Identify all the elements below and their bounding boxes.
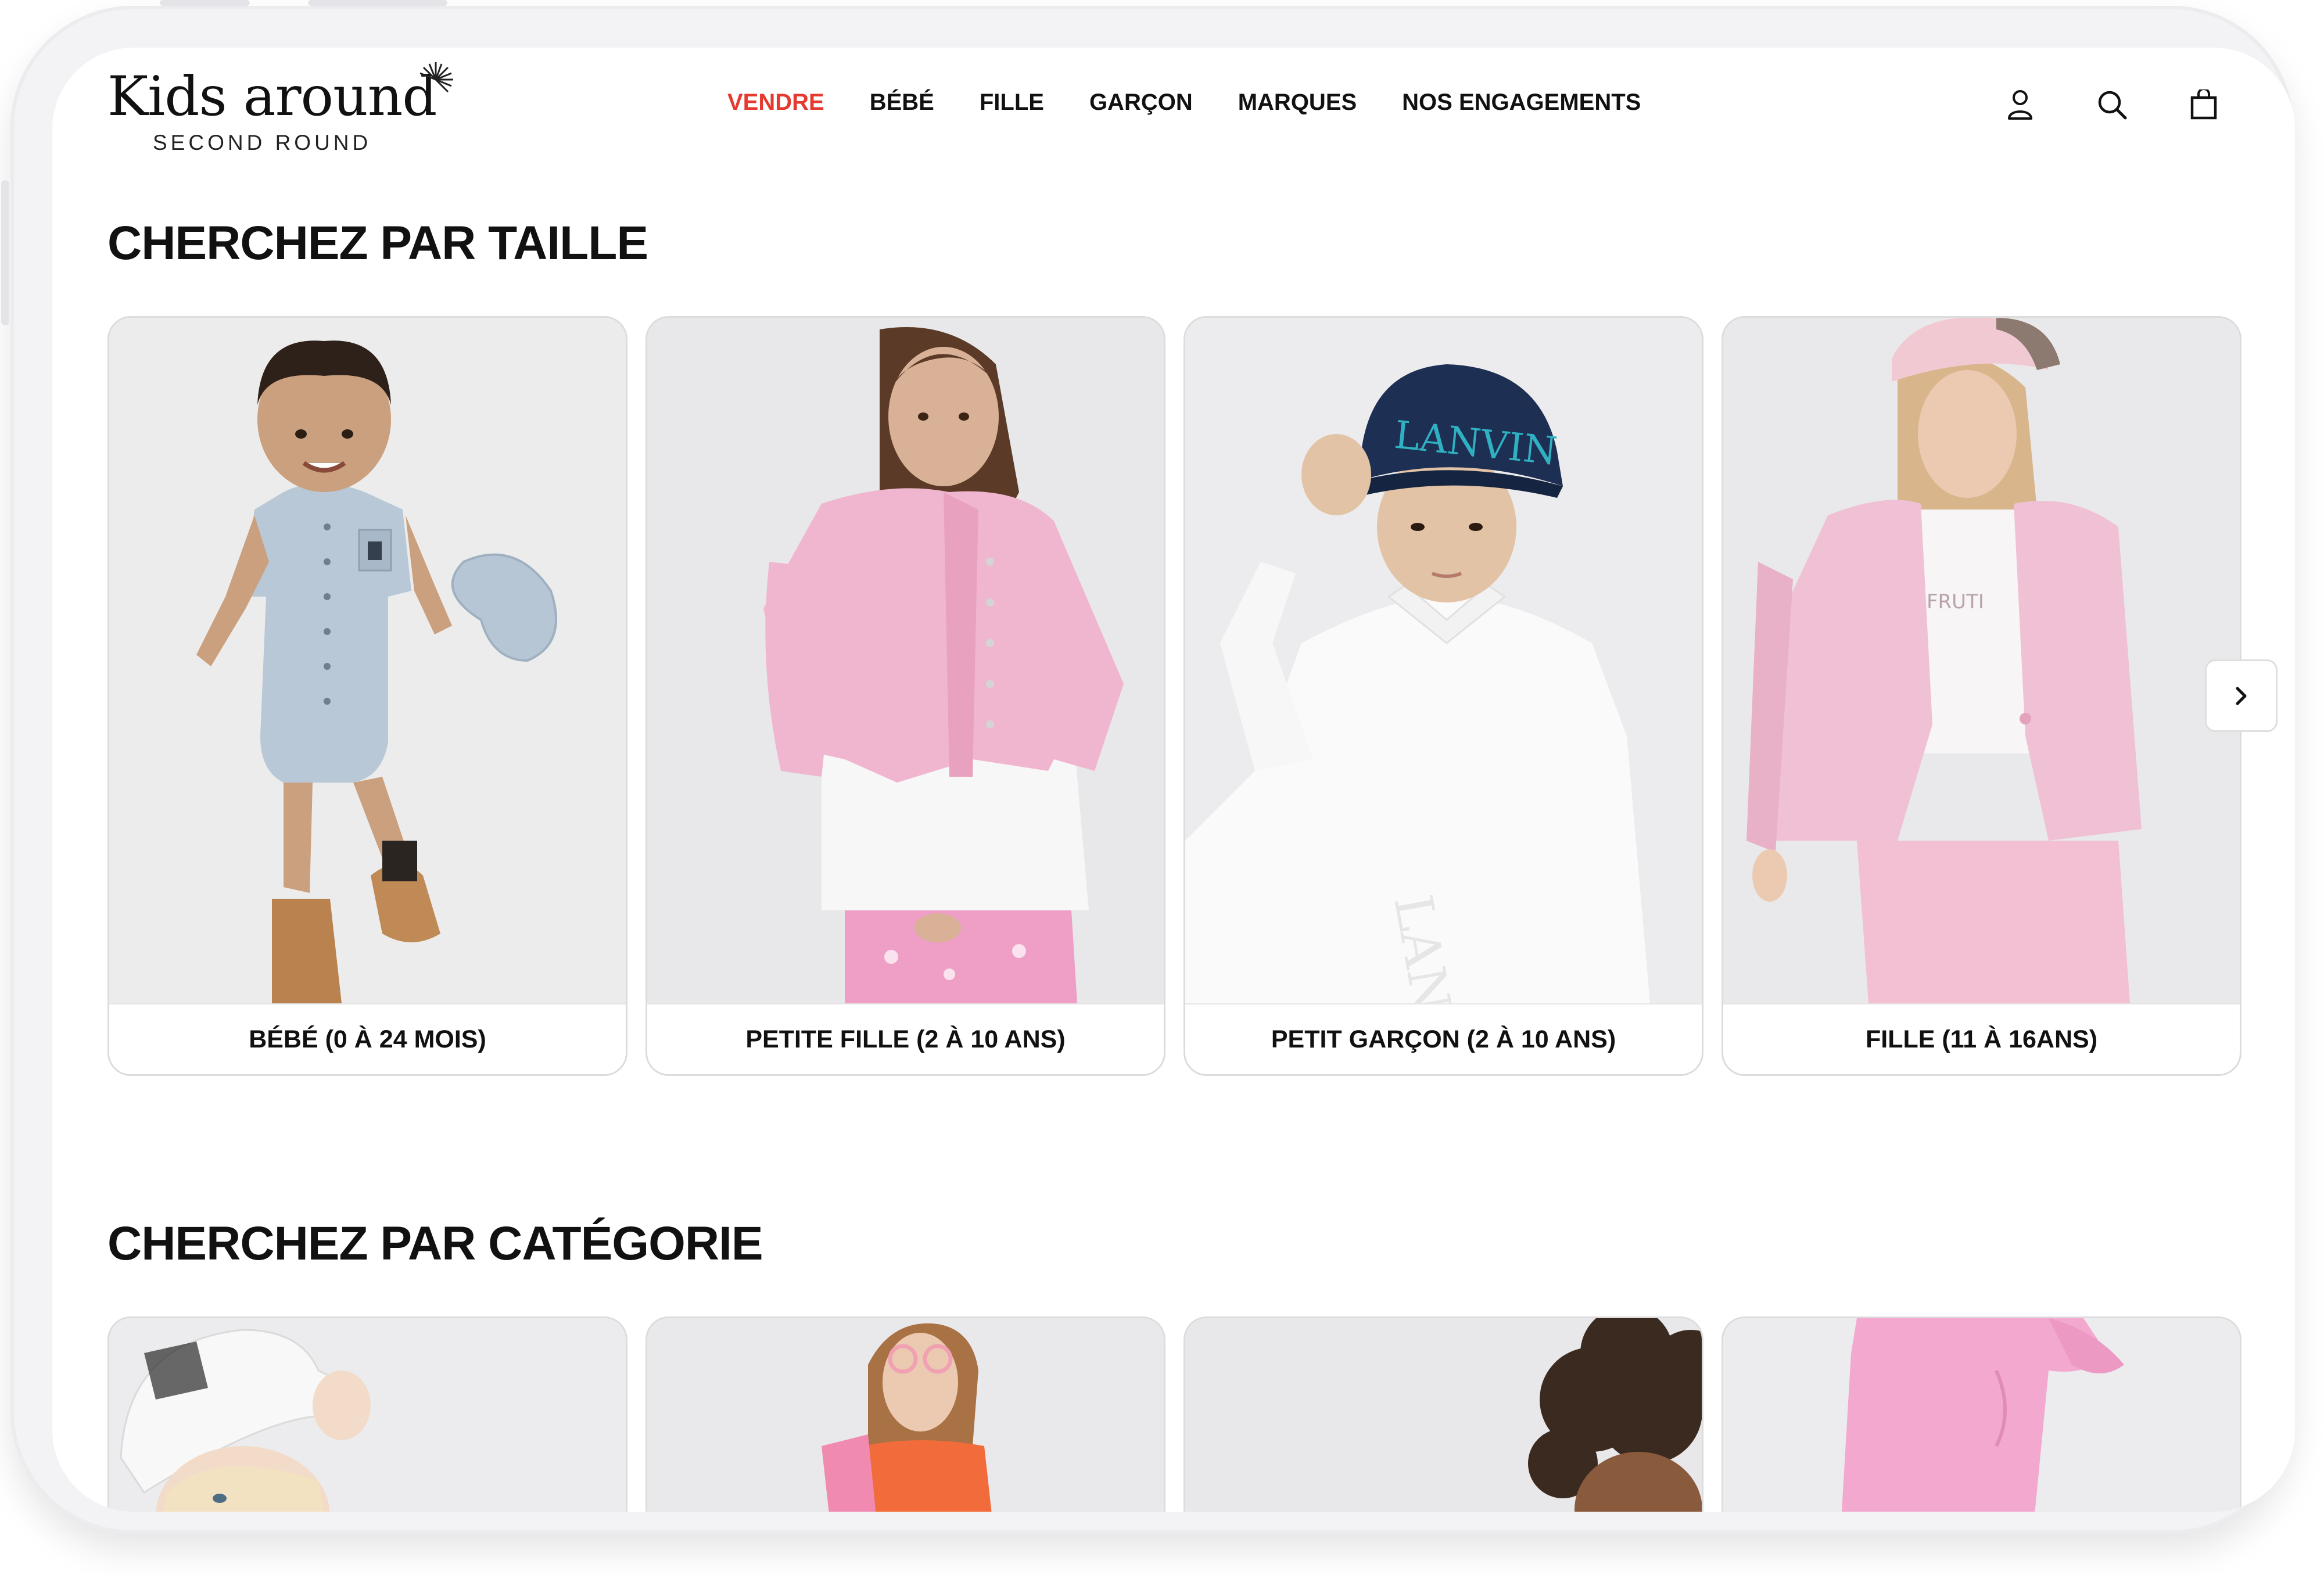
- user-icon[interactable]: [2003, 87, 2038, 122]
- device-top-button-2: [308, 0, 447, 6]
- size-card-petite-fille-photo: [647, 318, 1164, 1003]
- shopping-bag-icon[interactable]: [2186, 87, 2221, 122]
- category-section-title: CHERCHEZ PAR CATÉGORIE: [107, 1217, 763, 1270]
- size-card-fille[interactable]: FRUTI FILLE (11 À 16ANS): [1722, 316, 2241, 1076]
- header-actions: [2003, 87, 2221, 122]
- size-card-petite-fille-label: PETITE FILLE (2 À 10 ANS): [647, 1003, 1164, 1074]
- nav-item-nos-engagements[interactable]: NOS ENGAGEMENTS: [1402, 89, 1641, 116]
- nav-item-vendre[interactable]: VENDRE: [727, 89, 824, 116]
- logo[interactable]: Kids around SECOND ROUND: [107, 62, 453, 155]
- size-card-petit-garcon-label: PETIT GARÇON (2 À 10 ANS): [1185, 1003, 1702, 1074]
- logo-tagline: SECOND ROUND: [153, 131, 372, 155]
- baby-photo-illustration: [109, 318, 626, 1003]
- category-card-3-photo: [1185, 1318, 1702, 1512]
- tablet-frame: Kids around SECOND ROUND VENDRE BÉBÉ FIL…: [10, 6, 2295, 1534]
- size-card-bebe-label: BÉBÉ (0 À 24 MOIS): [109, 1003, 626, 1074]
- teen-girl-suit-illustration: FRUTI: [1723, 318, 2240, 1003]
- girl-sunglasses-illustration: [647, 1318, 1164, 1512]
- boy-cap-illustration: LANVIN LANVIN: [1185, 318, 1702, 1003]
- category-card-2[interactable]: [645, 1316, 1165, 1512]
- size-card-fille-label: FILLE (11 À 16ANS): [1723, 1003, 2240, 1074]
- svg-text:FRUTI: FRUTI: [1927, 590, 1984, 614]
- logo-flower-icon: [419, 62, 453, 93]
- device-side-button: [1, 180, 9, 325]
- nav-item-garcon[interactable]: GARÇON: [1089, 89, 1193, 116]
- category-card-1[interactable]: [107, 1316, 627, 1512]
- chevron-right-icon: [2236, 687, 2246, 705]
- category-card-4[interactable]: [1722, 1316, 2241, 1512]
- device-top-button-1: [160, 0, 250, 6]
- size-card-petit-garcon-photo: LANVIN LANVIN: [1185, 318, 1702, 1003]
- main-nav: VENDRE BÉBÉ FILLE GARÇON MARQUES NOS ENG…: [727, 89, 1686, 116]
- girl-pink-jacket-illustration: [647, 318, 1164, 1003]
- size-section-title: CHERCHEZ PAR TAILLE: [107, 217, 648, 270]
- search-icon[interactable]: [2095, 87, 2129, 122]
- size-card-bebe-photo: [109, 318, 626, 1003]
- size-card-fille-photo: FRUTI: [1723, 318, 2240, 1003]
- category-card-3[interactable]: [1183, 1316, 1703, 1512]
- screen: Kids around SECOND ROUND VENDRE BÉBÉ FIL…: [52, 48, 2295, 1512]
- category-card-2-photo: [647, 1318, 1164, 1512]
- category-card-1-photo: [109, 1318, 626, 1512]
- size-card-petit-garcon[interactable]: LANVIN LANVIN PETIT GARÇON (2 À 10 ANS): [1183, 316, 1703, 1076]
- nav-item-marques[interactable]: MARQUES: [1238, 89, 1357, 116]
- size-card-bebe[interactable]: BÉBÉ (0 À 24 MOIS): [107, 316, 627, 1076]
- child-bucket-hat-illustration: [109, 1318, 626, 1512]
- logo-wordmark: Kids around: [107, 65, 437, 128]
- size-card-petite-fille[interactable]: PETITE FILLE (2 À 10 ANS): [645, 316, 1165, 1076]
- curly-hair-child-illustration: [1185, 1318, 1702, 1512]
- nav-item-bebe[interactable]: BÉBÉ: [870, 89, 934, 116]
- category-card-4-photo: [1723, 1318, 2240, 1512]
- carousel-next-button[interactable]: [2205, 659, 2278, 732]
- nav-item-fille[interactable]: FILLE: [980, 89, 1044, 116]
- pink-trousers-illustration: [1723, 1318, 2240, 1512]
